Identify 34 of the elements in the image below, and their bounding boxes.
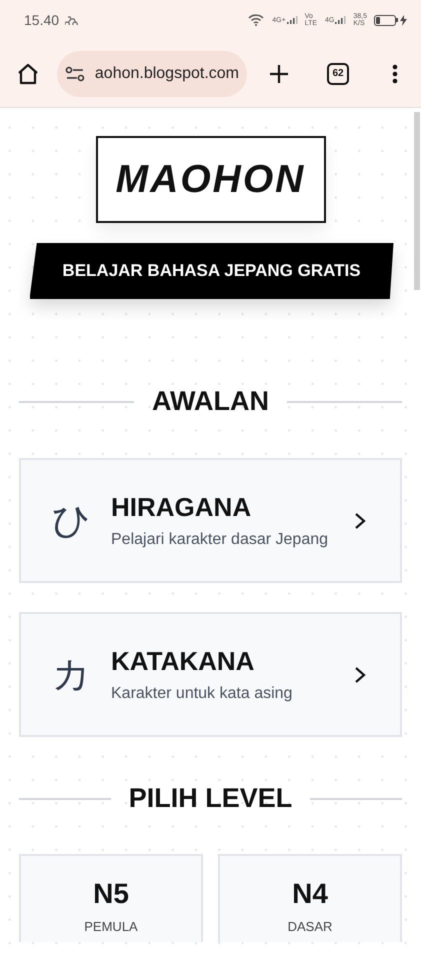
chevron-right-icon (354, 666, 366, 684)
url-text: aohon.blogspot.com (94, 64, 239, 82)
address-bar[interactable]: aohon.blogspot.com (57, 50, 247, 96)
status-time: 15.40 (24, 12, 60, 28)
card-title: HIRAGANA (111, 492, 252, 523)
level-title: N5 (93, 880, 129, 908)
site-logo: MAOHON (96, 136, 326, 223)
section-heading: AWALAN (152, 386, 269, 417)
more-menu-icon[interactable] (392, 64, 398, 84)
signal-icon (335, 16, 346, 24)
level-title: N4 (292, 880, 328, 908)
level-subtitle: DASAR (288, 919, 332, 934)
level-card[interactable]: N4 DASAR (218, 854, 402, 942)
level-card[interactable]: N5 PEMULA (19, 854, 203, 942)
battery-icon (374, 14, 396, 26)
home-icon[interactable] (16, 62, 40, 84)
kana-glyph: ひ (52, 497, 92, 544)
scrollbar[interactable] (414, 112, 420, 290)
section-heading: PILIH LEVEL (128, 783, 292, 814)
script-card[interactable]: ひ HIRAGANA Pelajari karakter dasar Jepang (19, 458, 402, 583)
card-title: KATAKANA (111, 646, 256, 677)
chevron-right-icon (354, 512, 366, 530)
card-subtitle: Karakter untuk kata asing (111, 685, 294, 703)
tab-count-button[interactable]: 62 (327, 62, 349, 84)
tune-icon[interactable] (65, 66, 85, 82)
card-subtitle: Pelajari karakter dasar Jepang (111, 531, 330, 549)
tagline-banner: BELAJAR BAHASA JEPANG GRATIS (30, 243, 394, 299)
new-tab-icon[interactable] (269, 64, 289, 84)
level-subtitle: PEMULA (84, 919, 138, 934)
kana-glyph: カ (52, 651, 92, 698)
moto-icon (65, 15, 78, 25)
script-card[interactable]: カ KATAKANA Karakter untuk kata asing (19, 612, 402, 737)
wifi-icon (248, 14, 264, 26)
signal-icon (286, 16, 298, 24)
